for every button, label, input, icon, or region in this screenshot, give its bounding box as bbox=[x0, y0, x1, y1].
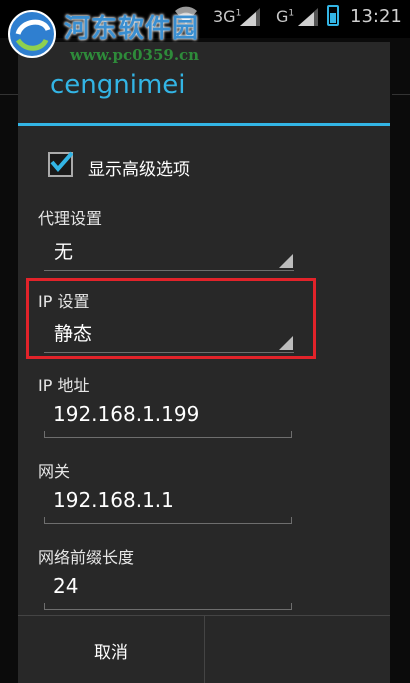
title-divider bbox=[18, 123, 390, 126]
prefix-length-label: 网络前缀长度 bbox=[38, 548, 135, 567]
proxy-label: 代理设置 bbox=[38, 209, 103, 228]
dialog-button-bar: 取消 bbox=[18, 615, 390, 683]
show-advanced-label: 显示高级选项 bbox=[88, 160, 190, 180]
proxy-value: 无 bbox=[54, 241, 74, 263]
signal-icon bbox=[240, 8, 260, 26]
checkmark-icon bbox=[50, 151, 73, 173]
gateway-label: 网关 bbox=[38, 462, 71, 481]
signal-icon-2 bbox=[298, 8, 318, 26]
ip-settings-spinner[interactable]: 静态 bbox=[44, 309, 294, 353]
gateway-field[interactable] bbox=[44, 480, 292, 524]
status-bar: 3G1 G1 13:21 bbox=[0, 0, 410, 38]
show-advanced-checkbox[interactable] bbox=[48, 151, 73, 177]
prefix-length-field[interactable] bbox=[44, 566, 292, 610]
prefix-length-input[interactable] bbox=[53, 574, 283, 598]
dialog-title: cengnimei bbox=[50, 70, 186, 100]
save-button[interactable] bbox=[205, 616, 390, 683]
ip-address-label: IP 地址 bbox=[38, 376, 90, 395]
gateway-input[interactable] bbox=[53, 488, 283, 512]
watermark-logo bbox=[8, 10, 56, 58]
ip-address-input[interactable] bbox=[53, 402, 283, 426]
network-type-1: 3G1 bbox=[213, 7, 242, 26]
battery-icon bbox=[327, 5, 339, 26]
network-type-2: G1 bbox=[276, 7, 295, 26]
dropdown-arrow-icon bbox=[279, 336, 293, 350]
ip-address-field[interactable] bbox=[44, 394, 292, 438]
wifi-network-dialog: cengnimei 显示高级选项 代理设置 无 IP 设置 静态 IP 地址 网… bbox=[18, 42, 390, 683]
watermark-url: www.pc0359.cn bbox=[70, 46, 200, 64]
dropdown-arrow-icon bbox=[279, 254, 293, 268]
cancel-button[interactable]: 取消 bbox=[18, 616, 204, 683]
proxy-spinner[interactable]: 无 bbox=[44, 227, 294, 271]
status-clock: 13:21 bbox=[350, 6, 402, 27]
watermark-site-name: 河东软件园 bbox=[64, 14, 200, 44]
ip-settings-value: 静态 bbox=[54, 323, 93, 345]
